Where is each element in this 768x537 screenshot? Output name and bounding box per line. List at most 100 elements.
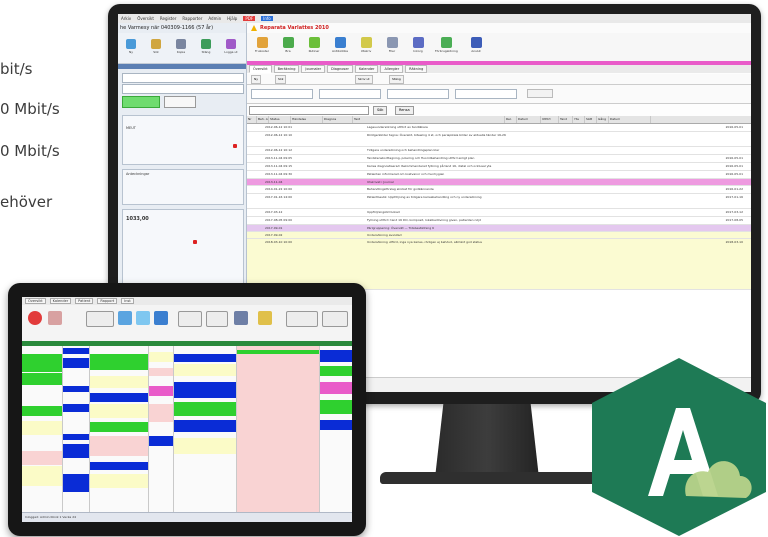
appointment[interactable] (90, 436, 148, 456)
tablet-settings-box[interactable] (322, 311, 348, 327)
table-row[interactable]: 2017-08-05 09:00 Fyllning utförd: tand 16… (247, 217, 751, 225)
appointment[interactable] (174, 420, 236, 432)
appointment[interactable] (149, 352, 173, 362)
appointment[interactable] (63, 386, 89, 392)
active-status-button[interactable] (122, 96, 160, 108)
copy-button[interactable]: Kopia (170, 37, 192, 59)
toolbar-antibiotika-button[interactable]: Antibiotika (329, 36, 351, 58)
column-header[interactable]: Beh. Ann (257, 116, 269, 123)
appointment[interactable] (90, 462, 148, 470)
search-button-journal[interactable]: Sök (373, 106, 388, 115)
table-row[interactable]: 2013-11-04 09:05 Tandstensborttagning, po… (247, 155, 751, 163)
appointment[interactable] (63, 474, 89, 492)
appointment[interactable] (63, 358, 89, 368)
table-row[interactable]: 2013-11-04 09:15 Karies diagnostiserad: R… (247, 163, 751, 171)
tablet-week-icon[interactable] (136, 311, 150, 325)
pdf-badge-button[interactable]: PDF (243, 16, 256, 21)
tab-allergier[interactable]: Allergier (380, 65, 404, 73)
tablet-menu-inst[interactable]: Inst (121, 298, 134, 304)
appointment[interactable] (90, 354, 148, 370)
appointment[interactable] (174, 402, 236, 416)
menu-item-admin[interactable]: Admin (208, 16, 221, 21)
tablet-print-icon[interactable] (234, 311, 248, 325)
appointment[interactable] (90, 404, 148, 418)
appointment[interactable] (63, 434, 89, 440)
toolbar-rutiner-button[interactable]: Rutiner (303, 36, 325, 58)
action-new-button[interactable]: Ny (251, 75, 262, 84)
type-filter-field[interactable] (319, 89, 381, 99)
tab-diagnoser[interactable]: Diagnoser (327, 65, 353, 73)
action-search-button[interactable]: Sök (275, 75, 287, 84)
filter-apply-button[interactable] (527, 89, 553, 98)
appointment[interactable] (22, 373, 62, 385)
column-header[interactable]: Tand (559, 116, 573, 123)
table-row[interactable]: 2014-01-22 10:00 Behandlingsförslag skick… (247, 186, 751, 194)
clear-button[interactable]: Rensa (395, 106, 414, 115)
toolbar-utskriv-button[interactable]: Utskriv (355, 36, 377, 58)
tablet-calendar-icon[interactable] (48, 311, 62, 325)
appointment[interactable] (320, 400, 352, 414)
tablet-menu-patient[interactable]: Patient (75, 298, 94, 304)
appointment[interactable] (22, 466, 62, 486)
appointment[interactable] (22, 421, 62, 435)
appointment[interactable] (174, 438, 236, 454)
table-row[interactable]: 2017-09-01 Pärlgruppering: Översikt — Tid… (247, 225, 751, 232)
appointment[interactable] (90, 474, 148, 488)
tablet-menu-rapport[interactable]: Rapport (97, 298, 118, 304)
tablet-record-icon[interactable] (28, 311, 42, 325)
appointment[interactable] (320, 420, 352, 430)
tablet-date-grid[interactable] (86, 311, 114, 327)
toolbar-filer-button[interactable]: Filer (381, 36, 403, 58)
column-header[interactable]: Sätt (585, 116, 597, 123)
column-header[interactable]: Datum (517, 116, 541, 123)
table-row[interactable]: 2017-09-02 Undersökning avslutad (247, 232, 751, 239)
date-filter-field[interactable] (251, 89, 313, 99)
column-header[interactable]: Gång (597, 116, 609, 123)
column-header[interactable]: Text (353, 116, 505, 123)
table-row[interactable]: 2013-11-04 Utskrivet i Journal (247, 179, 751, 186)
column-header[interactable]: Datum (609, 116, 651, 123)
column-header[interactable]: Yta (573, 116, 585, 123)
table-row[interactable]: 2013-11-04 09:30 Patienten informerad om … (247, 171, 751, 179)
action-close-button[interactable]: Stäng (389, 75, 404, 84)
appointment[interactable] (149, 404, 173, 422)
tablet-menu-kalender[interactable]: Kalender (49, 298, 72, 304)
patient-search-field[interactable] (122, 73, 244, 83)
appointment[interactable] (149, 386, 173, 396)
appointment[interactable] (63, 348, 89, 354)
toolbar-bra-button[interactable]: Bra (277, 36, 299, 58)
status-filter-field[interactable] (387, 89, 449, 99)
appointment[interactable] (174, 382, 236, 398)
menu-item-arkiv[interactable]: Arkiv (121, 16, 131, 21)
toolbar-anslut-button[interactable]: Anslut (465, 36, 487, 58)
appointment[interactable] (22, 354, 62, 372)
user-filter-field[interactable] (455, 89, 517, 99)
table-row[interactable]: 2012-06-12 10:12 Tidigare undersökning oc… (247, 147, 751, 155)
tab-berakning[interactable]: Beräkning (273, 65, 300, 73)
column-header[interactable]: Händelse (291, 116, 323, 123)
appointment[interactable] (90, 422, 148, 432)
appointment[interactable] (90, 376, 148, 388)
appointment[interactable] (320, 382, 352, 394)
appointment[interactable] (63, 444, 89, 458)
column-header[interactable]: Utfört (541, 116, 559, 123)
new-button[interactable]: Ny (120, 37, 142, 59)
column-header[interactable]: Nr (247, 116, 257, 123)
tablet-note-icon[interactable] (258, 311, 272, 325)
menu-item-oversikt[interactable]: Översikt (137, 16, 154, 21)
appointment[interactable] (237, 350, 319, 354)
menu-item-register[interactable]: Register (160, 16, 176, 21)
tablet-menu-oversikt[interactable]: Översikt (25, 298, 46, 304)
column-header[interactable]: Rel. (505, 116, 517, 123)
column-header[interactable]: Status (269, 116, 291, 123)
table-row[interactable]: 2017-03-12 Uppföljningstid bokad 2017-03-1… (247, 209, 751, 217)
appointment[interactable] (22, 406, 62, 416)
appointment[interactable] (174, 354, 236, 362)
tab-rakning[interactable]: Räkning (405, 65, 428, 73)
close-button[interactable]: Stäng (195, 37, 217, 59)
appointment[interactable] (22, 451, 62, 465)
tablet-view-icon[interactable] (118, 311, 132, 325)
patient-select-field[interactable] (122, 84, 244, 94)
appointment[interactable] (149, 436, 173, 446)
search-button[interactable]: Sök (145, 37, 167, 59)
